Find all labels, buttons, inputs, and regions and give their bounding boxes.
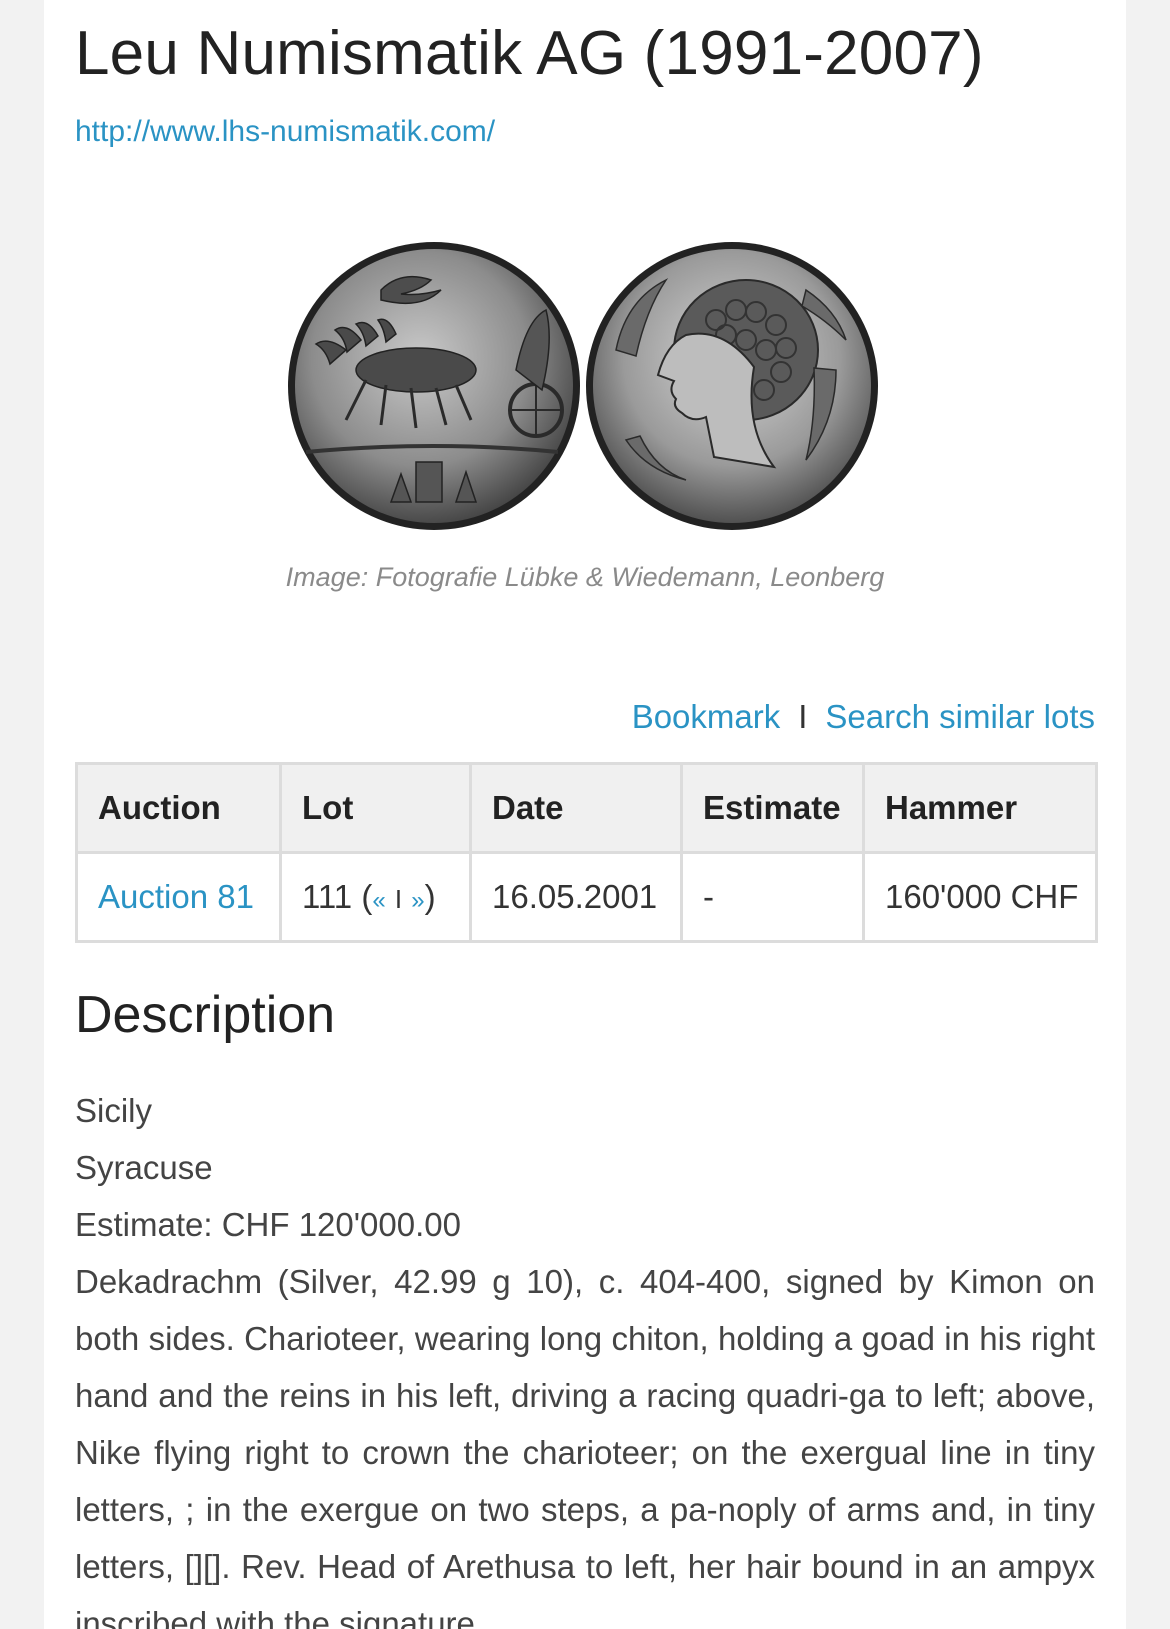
auction-table: Auction Lot Date Estimate Hammer Auction… [75,762,1098,943]
cell-estimate: - [680,851,865,943]
header-lot: Lot [279,762,472,854]
coin-reverse [586,242,878,530]
website-link[interactable]: http://www.lhs-numismatik.com/ [75,115,495,149]
table-header-row: Auction Lot Date Estimate Hammer [75,762,1098,854]
image-caption: Image: Fotografie Lübke & Wiedemann, Leo… [285,562,885,592]
description-region: Sicily [75,1092,153,1129]
table-row: Auction 81 111 (« I ») 16.05.2001 - 160'… [75,851,1098,943]
description-estimate: Estimate: CHF 120'000.00 [75,1206,461,1243]
cell-auction: Auction 81 [75,851,282,943]
bookmark-link[interactable]: Bookmark [632,698,781,735]
coin-image[interactable] [286,240,884,540]
next-lot-link[interactable]: » [411,887,424,914]
previous-lot-link[interactable]: « [372,887,385,914]
page-container: Leu Numismatik AG (1991-2007) http://www… [44,0,1126,1629]
cell-lot: 111 (« I ») [279,851,472,943]
description-block: Sicily Syracuse Estimate: CHF 120'000.00… [75,1082,1095,1629]
coin-illustration [288,242,878,530]
lot-nav: (« I ») [361,878,436,915]
actions-separator: I [798,698,808,735]
coin-obverse [288,242,580,530]
search-similar-lots-link[interactable]: Search similar lots [825,698,1095,735]
lot-nav-separator: I [394,884,403,914]
description-city: Syracuse [75,1149,213,1186]
cell-hammer: 160'000 CHF [862,851,1098,943]
lot-actions: Bookmark I Search similar lots [632,698,1095,736]
lot-number: 111 [302,878,353,915]
description-text: Dekadrachm (Silver, 42.99 g 10), c. 404-… [75,1263,1095,1629]
header-hammer: Hammer [862,762,1098,854]
header-estimate: Estimate [680,762,865,854]
cell-date: 16.05.2001 [469,851,683,943]
auction-link[interactable]: Auction 81 [98,878,254,915]
header-auction: Auction [75,762,282,854]
page-title: Leu Numismatik AG (1991-2007) [75,19,984,88]
description-heading: Description [75,986,336,1044]
header-date: Date [469,762,683,854]
